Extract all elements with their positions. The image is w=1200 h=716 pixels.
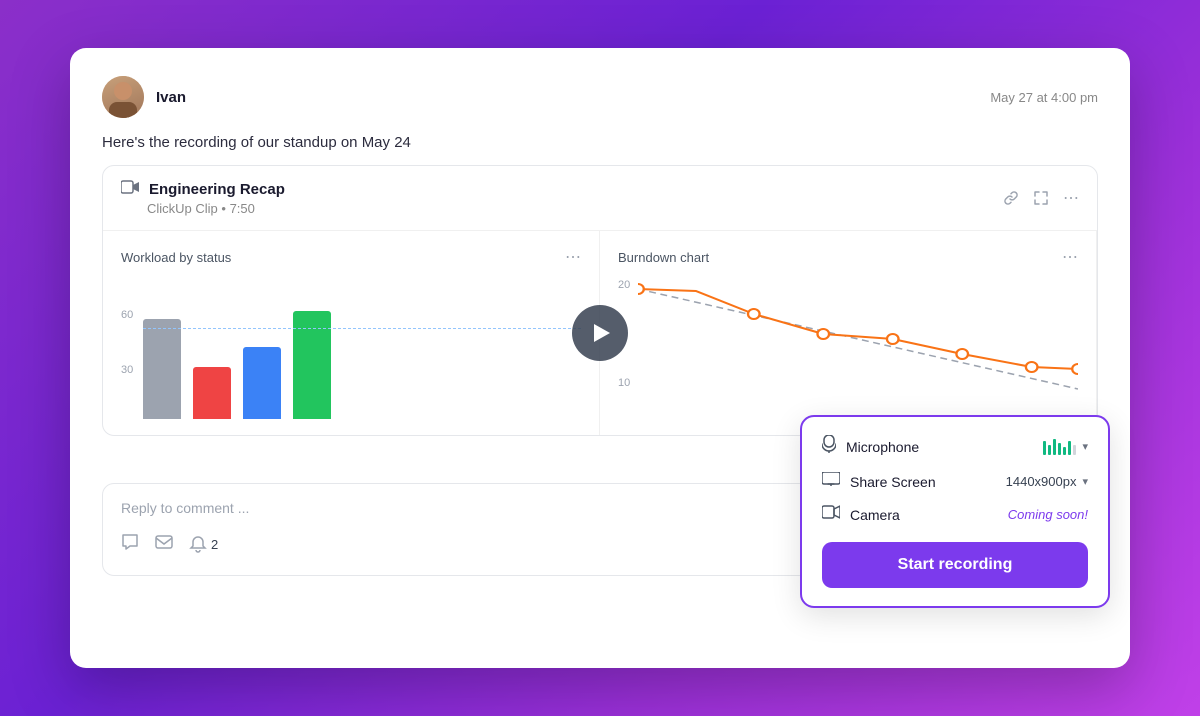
burndown-svg xyxy=(638,279,1078,399)
mic-bar-7 xyxy=(1073,445,1076,455)
charts-area: Workload by status ⋯ 60 30 xyxy=(103,231,1097,435)
more-options-icon[interactable]: ⋯ xyxy=(1063,188,1079,208)
screen-resolution: 1440x900px xyxy=(1006,474,1077,489)
post-author: Ivan xyxy=(102,76,186,118)
notification-count: 2 xyxy=(211,537,218,552)
mic-bar-1 xyxy=(1043,441,1046,455)
burndown-chart-title: Burndown chart xyxy=(618,250,709,265)
monitor-icon xyxy=(822,472,840,491)
play-triangle-icon xyxy=(594,324,610,342)
share-screen-left: Share Screen xyxy=(822,472,936,491)
microphone-left: Microphone xyxy=(822,435,919,458)
camera-row: Camera Coming soon! xyxy=(822,505,1088,524)
share-screen-right[interactable]: 1440x900px ▾ xyxy=(1006,474,1088,489)
expand-icon[interactable] xyxy=(1033,190,1049,206)
bar-red xyxy=(193,367,231,419)
camera-popup-icon xyxy=(822,505,840,524)
link-icon[interactable] xyxy=(1003,190,1019,206)
main-card: Ivan May 27 at 4:00 pm Here's the record… xyxy=(70,48,1130,668)
camera-label: Camera xyxy=(850,507,900,523)
y-label-30: 30 xyxy=(121,364,133,376)
workload-chart-title: Workload by status xyxy=(121,250,231,265)
screen-chevron-icon: ▾ xyxy=(1082,475,1088,488)
burndown-svg-area: 20 10 xyxy=(618,279,1078,409)
burndown-chart-title-row: Burndown chart ⋯ xyxy=(618,247,1078,267)
notification-badge: 2 xyxy=(189,536,218,554)
avatar xyxy=(102,76,144,118)
video-clip-icon xyxy=(121,180,139,199)
y-label-60: 60 xyxy=(121,309,133,321)
author-name: Ivan xyxy=(156,89,186,106)
workload-chart-panel: Workload by status ⋯ 60 30 xyxy=(103,231,600,435)
clip-meta: ClickUp Clip • 7:50 xyxy=(147,201,285,216)
post-message: Here's the recording of our standup on M… xyxy=(102,134,1098,151)
microphone-row: Microphone ▾ xyxy=(822,435,1088,458)
chat-icon[interactable] xyxy=(121,533,139,556)
microphone-popup-icon xyxy=(822,435,836,458)
clip-card: Engineering Recap ClickUp Clip • 7:50 ⋯ xyxy=(102,165,1098,436)
mic-bar-4 xyxy=(1058,443,1061,455)
share-screen-row: Share Screen 1440x900px ▾ xyxy=(822,472,1088,491)
mic-bar-2 xyxy=(1048,445,1051,455)
burndown-more-btn[interactable]: ⋯ xyxy=(1062,247,1078,267)
workload-more-btn[interactable]: ⋯ xyxy=(565,247,581,267)
clip-header: Engineering Recap ClickUp Clip • 7:50 ⋯ xyxy=(103,166,1097,231)
camera-left: Camera xyxy=(822,505,900,524)
bars-area xyxy=(143,289,581,419)
burndown-label-20: 20 xyxy=(618,279,630,291)
mic-level-bars xyxy=(1043,439,1076,455)
mail-icon[interactable] xyxy=(155,533,173,556)
microphone-chevron-icon: ▾ xyxy=(1082,440,1088,453)
clip-title: Engineering Recap xyxy=(149,181,285,198)
start-recording-button[interactable]: Start recording xyxy=(822,542,1088,588)
microphone-right[interactable]: ▾ xyxy=(1043,439,1088,455)
post-header: Ivan May 27 at 4:00 pm xyxy=(102,76,1098,118)
mic-bar-3 xyxy=(1053,439,1056,455)
bell-icon xyxy=(189,536,207,554)
coming-soon-label: Coming soon! xyxy=(1008,507,1088,522)
mic-bar-5 xyxy=(1063,447,1066,455)
camera-right: Coming soon! xyxy=(1008,507,1088,522)
clip-actions: ⋯ xyxy=(1003,188,1079,208)
bar-blue xyxy=(243,347,281,419)
workload-chart-title-row: Workload by status ⋯ xyxy=(121,247,581,267)
post-timestamp: May 27 at 4:00 pm xyxy=(990,90,1098,105)
mic-bar-6 xyxy=(1068,441,1071,455)
burndown-label-10: 10 xyxy=(618,377,630,389)
share-screen-label: Share Screen xyxy=(850,474,936,490)
dashed-line xyxy=(143,328,581,329)
play-button[interactable] xyxy=(572,305,628,361)
clip-title-row: Engineering Recap xyxy=(121,180,285,199)
bar-gray xyxy=(143,319,181,419)
recording-popup: Microphone ▾ xyxy=(800,415,1110,608)
microphone-label: Microphone xyxy=(846,439,919,455)
burndown-chart-panel: Burndown chart ⋯ 20 10 xyxy=(600,231,1097,435)
